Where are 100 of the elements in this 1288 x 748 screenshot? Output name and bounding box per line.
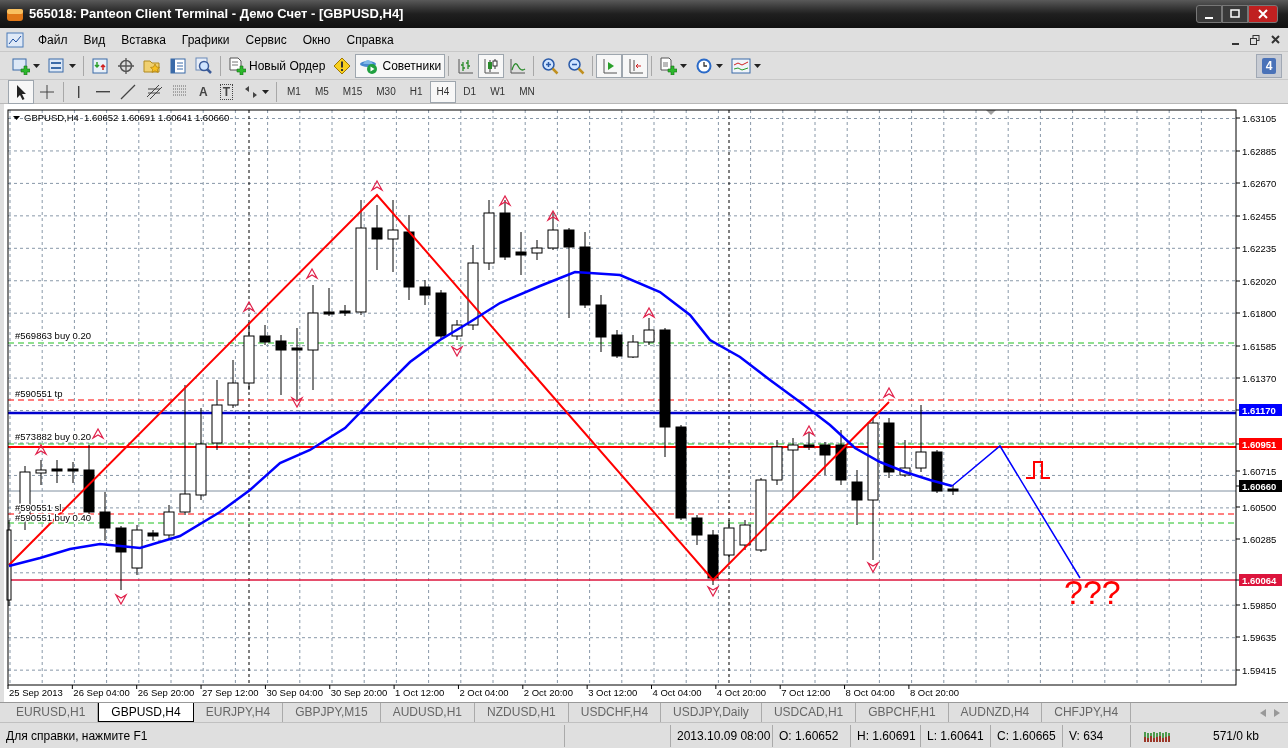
candle xyxy=(835,429,847,486)
status-low: L: 1.60641 xyxy=(921,724,991,747)
market-watch-icon xyxy=(91,56,109,75)
new-order-icon xyxy=(228,56,246,75)
cursor-tool-button[interactable] xyxy=(8,79,34,104)
menu-item[interactable]: Вставка xyxy=(113,30,174,49)
chart-window-icon xyxy=(6,31,24,48)
experts-button[interactable]: Советники xyxy=(355,53,446,78)
candle xyxy=(339,304,351,317)
candle xyxy=(883,417,895,479)
timeframe-button[interactable]: W1 xyxy=(483,80,513,103)
menu-item[interactable]: Справка xyxy=(338,30,402,49)
candle xyxy=(787,437,799,501)
timeframe-button[interactable]: M5 xyxy=(307,80,336,103)
up-arrow-icon xyxy=(498,194,512,207)
timeframe-button[interactable]: H4 xyxy=(429,80,457,103)
chart-tab[interactable]: GBPUSD,H4 xyxy=(98,703,194,722)
timeframe-button[interactable]: D1 xyxy=(456,80,484,103)
new-order-button[interactable]: Новый Ордер xyxy=(224,53,330,78)
price-label: 1.59635 xyxy=(1242,632,1277,643)
vertical-line-icon xyxy=(78,85,80,98)
channel-icon xyxy=(145,82,163,101)
candle xyxy=(115,525,127,591)
chart-ohlc: 1.60652 1.60691 1.60641 1.60660 xyxy=(84,112,230,123)
close-icon xyxy=(1270,35,1280,44)
candle xyxy=(915,404,927,473)
caret-icon xyxy=(716,63,724,68)
candle xyxy=(899,439,911,478)
candle xyxy=(819,441,831,476)
status-help-text: Для справки, нажмите F1 xyxy=(0,724,565,747)
pulse-icon xyxy=(1025,461,1051,479)
status-open: O: 1.60652 xyxy=(773,724,851,747)
candle xyxy=(531,239,543,261)
messages-button[interactable]: 4 xyxy=(1256,53,1282,78)
menu-item[interactable]: Графики xyxy=(173,30,238,49)
minimize-button[interactable] xyxy=(1196,5,1222,23)
timeframe-button[interactable]: M15 xyxy=(335,80,370,103)
up-arrow-icon xyxy=(642,306,656,319)
warning-icon xyxy=(333,56,352,75)
timeframe-button[interactable]: M1 xyxy=(280,80,308,103)
price-label: 1.62885 xyxy=(1242,146,1277,157)
close-button[interactable] xyxy=(1248,5,1278,23)
collapse-icon xyxy=(13,116,20,120)
menu-item[interactable]: Сервис xyxy=(237,30,295,49)
candle xyxy=(451,319,463,341)
candle xyxy=(803,431,815,451)
menu-item[interactable]: Окно xyxy=(294,30,339,49)
chart-scroll-button[interactable] xyxy=(596,53,623,78)
status-volume: V: 634 xyxy=(1063,724,1131,747)
terminal-window-icon xyxy=(169,56,187,75)
menu-item[interactable]: Файл xyxy=(30,30,76,49)
timeframe-button[interactable]: MN xyxy=(512,80,542,103)
time-label: 4 Oct 04:00 xyxy=(652,687,702,698)
candle xyxy=(163,504,175,541)
timeframe-button[interactable]: H1 xyxy=(402,80,430,103)
chart-type-button[interactable] xyxy=(478,53,505,78)
candle xyxy=(275,334,287,396)
maximize-icon xyxy=(1230,9,1240,19)
candle xyxy=(931,449,943,494)
candle xyxy=(35,459,47,486)
price-label: 1.60500 xyxy=(1242,502,1277,513)
text-tool-button[interactable]: T xyxy=(213,79,239,104)
maximize-button[interactable] xyxy=(1222,5,1248,23)
time-label: 8 Oct 20:00 xyxy=(909,687,960,698)
status-traffic: 571/0 kb xyxy=(1212,727,1261,745)
status-high: H: 1.60691 xyxy=(851,724,921,747)
scroll-right-icon xyxy=(1274,708,1280,717)
minimize-icon xyxy=(1205,17,1213,19)
up-arrow-icon xyxy=(305,267,319,280)
order-label: #590551 buy 0.40 xyxy=(15,512,92,523)
time-label: 1 Oct 12:00 xyxy=(395,687,445,698)
forecast-text: ??? xyxy=(1064,573,1121,611)
text-tool-button[interactable]: A xyxy=(193,79,214,104)
time-label: 7 Oct 12:00 xyxy=(781,687,831,698)
zoom-out-icon xyxy=(567,56,586,75)
time-label: 2 Oct 04:00 xyxy=(459,687,509,698)
timeframe-button[interactable]: M30 xyxy=(369,80,403,103)
candle xyxy=(131,524,143,576)
price-label: 1.59415 xyxy=(1242,665,1277,676)
down-arrow-icon xyxy=(866,561,880,574)
time-label: 30 Sep 04:00 xyxy=(266,687,323,698)
candle xyxy=(611,329,623,359)
menu-item[interactable]: Вид xyxy=(75,30,114,49)
time-label: 4 Oct 20:00 xyxy=(716,687,766,698)
candle xyxy=(547,211,559,251)
connection-bars-icon xyxy=(1144,729,1170,742)
candle xyxy=(323,287,335,317)
up-arrow-icon xyxy=(882,386,896,399)
candle xyxy=(371,204,383,271)
caret-icon xyxy=(754,63,762,68)
app-icon xyxy=(6,6,24,22)
price-label: 1.60715 xyxy=(1242,466,1277,477)
status-time: 2013.10.09 08:00 xyxy=(671,724,773,747)
price-badge: 1.61170 xyxy=(1239,404,1282,416)
price-label: 1.62670 xyxy=(1242,178,1277,189)
price-label: 1.61800 xyxy=(1242,308,1277,319)
price-label: 1.61370 xyxy=(1242,373,1277,384)
price-label: 1.62020 xyxy=(1242,276,1277,287)
caret-icon xyxy=(69,63,76,68)
chart-shift-marker-icon xyxy=(986,110,996,115)
